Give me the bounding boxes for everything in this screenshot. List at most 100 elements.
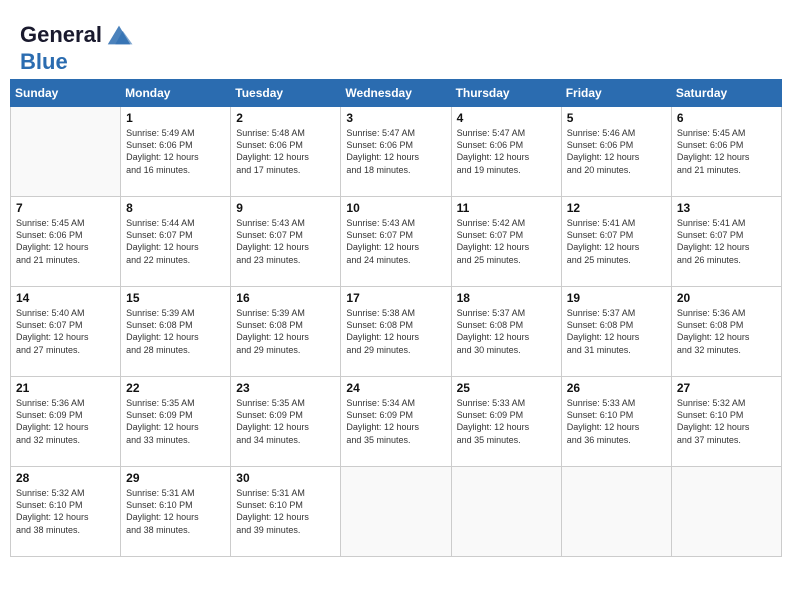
day-info: Sunrise: 5:45 AMSunset: 6:06 PMDaylight:…	[16, 217, 115, 266]
calendar-cell	[11, 107, 121, 197]
day-info: Sunrise: 5:33 AMSunset: 6:09 PMDaylight:…	[457, 397, 556, 446]
day-info: Sunrise: 5:34 AMSunset: 6:09 PMDaylight:…	[346, 397, 445, 446]
day-info: Sunrise: 5:48 AMSunset: 6:06 PMDaylight:…	[236, 127, 335, 176]
day-number: 25	[457, 381, 556, 395]
calendar-cell: 9 Sunrise: 5:43 AMSunset: 6:07 PMDaylight…	[231, 197, 341, 287]
calendar-cell: 24 Sunrise: 5:34 AMSunset: 6:09 PMDayligh…	[341, 377, 451, 467]
calendar-week-2: 7 Sunrise: 5:45 AMSunset: 6:06 PMDaylight…	[11, 197, 782, 287]
calendar-cell: 29 Sunrise: 5:31 AMSunset: 6:10 PMDayligh…	[121, 467, 231, 557]
day-number: 6	[677, 111, 776, 125]
day-info: Sunrise: 5:41 AMSunset: 6:07 PMDaylight:…	[567, 217, 666, 266]
calendar-cell: 8 Sunrise: 5:44 AMSunset: 6:07 PMDaylight…	[121, 197, 231, 287]
day-header-sunday: Sunday	[11, 80, 121, 107]
day-info: Sunrise: 5:35 AMSunset: 6:09 PMDaylight:…	[236, 397, 335, 446]
logo-blue: Blue	[20, 50, 134, 74]
day-number: 14	[16, 291, 115, 305]
calendar-cell: 5 Sunrise: 5:46 AMSunset: 6:06 PMDaylight…	[561, 107, 671, 197]
calendar-cell: 4 Sunrise: 5:47 AMSunset: 6:06 PMDaylight…	[451, 107, 561, 197]
calendar-cell: 16 Sunrise: 5:39 AMSunset: 6:08 PMDayligh…	[231, 287, 341, 377]
day-info: Sunrise: 5:31 AMSunset: 6:10 PMDaylight:…	[126, 487, 225, 536]
calendar-cell: 21 Sunrise: 5:36 AMSunset: 6:09 PMDayligh…	[11, 377, 121, 467]
calendar-cell: 12 Sunrise: 5:41 AMSunset: 6:07 PMDayligh…	[561, 197, 671, 287]
calendar-cell: 2Sunrise: 5:48 AMSunset: 6:06 PMDaylight…	[231, 107, 341, 197]
calendar-cell: 14 Sunrise: 5:40 AMSunset: 6:07 PMDayligh…	[11, 287, 121, 377]
day-number: 20	[677, 291, 776, 305]
calendar-cell: 27 Sunrise: 5:32 AMSunset: 6:10 PMDayligh…	[671, 377, 781, 467]
logo-icon	[104, 20, 134, 50]
calendar-cell	[561, 467, 671, 557]
calendar-cell	[451, 467, 561, 557]
day-number: 11	[457, 201, 556, 215]
day-number: 3	[346, 111, 445, 125]
calendar-cell: 17 Sunrise: 5:38 AMSunset: 6:08 PMDayligh…	[341, 287, 451, 377]
calendar-cell: 19Sunrise: 5:37 AMSunset: 6:08 PMDayligh…	[561, 287, 671, 377]
day-header-monday: Monday	[121, 80, 231, 107]
day-info: Sunrise: 5:33 AMSunset: 6:10 PMDaylight:…	[567, 397, 666, 446]
day-info: Sunrise: 5:32 AMSunset: 6:10 PMDaylight:…	[677, 397, 776, 446]
calendar-cell: 18 Sunrise: 5:37 AMSunset: 6:08 PMDayligh…	[451, 287, 561, 377]
day-info: Sunrise: 5:46 AMSunset: 6:06 PMDaylight:…	[567, 127, 666, 176]
calendar-cell: 25 Sunrise: 5:33 AMSunset: 6:09 PMDayligh…	[451, 377, 561, 467]
page-header: General Blue	[10, 10, 782, 79]
day-info: Sunrise: 5:36 AMSunset: 6:08 PMDaylight:…	[677, 307, 776, 356]
day-number: 15	[126, 291, 225, 305]
calendar-week-4: 21 Sunrise: 5:36 AMSunset: 6:09 PMDayligh…	[11, 377, 782, 467]
day-number: 13	[677, 201, 776, 215]
day-info: Sunrise: 5:42 AMSunset: 6:07 PMDaylight:…	[457, 217, 556, 266]
day-number: 12	[567, 201, 666, 215]
day-number: 5	[567, 111, 666, 125]
calendar-cell: 13Sunrise: 5:41 AMSunset: 6:07 PMDayligh…	[671, 197, 781, 287]
calendar-cell: 6Sunrise: 5:45 AMSunset: 6:06 PMDaylight…	[671, 107, 781, 197]
day-info: Sunrise: 5:31 AMSunset: 6:10 PMDaylight:…	[236, 487, 335, 536]
day-number: 30	[236, 471, 335, 485]
calendar-week-5: 28 Sunrise: 5:32 AMSunset: 6:10 PMDayligh…	[11, 467, 782, 557]
calendar-cell: 10Sunrise: 5:43 AMSunset: 6:07 PMDayligh…	[341, 197, 451, 287]
day-number: 22	[126, 381, 225, 395]
day-info: Sunrise: 5:38 AMSunset: 6:08 PMDaylight:…	[346, 307, 445, 356]
day-info: Sunrise: 5:36 AMSunset: 6:09 PMDaylight:…	[16, 397, 115, 446]
day-number: 4	[457, 111, 556, 125]
day-info: Sunrise: 5:37 AMSunset: 6:08 PMDaylight:…	[457, 307, 556, 356]
calendar-cell: 22 Sunrise: 5:35 AMSunset: 6:09 PMDayligh…	[121, 377, 231, 467]
day-number: 18	[457, 291, 556, 305]
day-info: Sunrise: 5:39 AMSunset: 6:08 PMDaylight:…	[126, 307, 225, 356]
day-info: Sunrise: 5:32 AMSunset: 6:10 PMDaylight:…	[16, 487, 115, 536]
calendar-cell: 30 Sunrise: 5:31 AMSunset: 6:10 PMDayligh…	[231, 467, 341, 557]
calendar-cell: 23Sunrise: 5:35 AMSunset: 6:09 PMDayligh…	[231, 377, 341, 467]
calendar-cell: 28 Sunrise: 5:32 AMSunset: 6:10 PMDayligh…	[11, 467, 121, 557]
day-header-tuesday: Tuesday	[231, 80, 341, 107]
calendar-week-1: 1Sunrise: 5:49 AMSunset: 6:06 PMDaylight…	[11, 107, 782, 197]
day-number: 26	[567, 381, 666, 395]
calendar-table: SundayMondayTuesdayWednesdayThursdayFrid…	[10, 79, 782, 557]
calendar-cell	[341, 467, 451, 557]
day-header-wednesday: Wednesday	[341, 80, 451, 107]
day-number: 24	[346, 381, 445, 395]
calendar-cell: 7 Sunrise: 5:45 AMSunset: 6:06 PMDaylight…	[11, 197, 121, 287]
calendar-week-3: 14 Sunrise: 5:40 AMSunset: 6:07 PMDayligh…	[11, 287, 782, 377]
day-number: 21	[16, 381, 115, 395]
day-number: 8	[126, 201, 225, 215]
day-info: Sunrise: 5:44 AMSunset: 6:07 PMDaylight:…	[126, 217, 225, 266]
calendar-cell: 11 Sunrise: 5:42 AMSunset: 6:07 PMDayligh…	[451, 197, 561, 287]
day-number: 7	[16, 201, 115, 215]
day-info: Sunrise: 5:39 AMSunset: 6:08 PMDaylight:…	[236, 307, 335, 356]
day-info: Sunrise: 5:47 AMSunset: 6:06 PMDaylight:…	[346, 127, 445, 176]
calendar-cell	[671, 467, 781, 557]
calendar-cell: 20 Sunrise: 5:36 AMSunset: 6:08 PMDayligh…	[671, 287, 781, 377]
day-header-thursday: Thursday	[451, 80, 561, 107]
day-info: Sunrise: 5:35 AMSunset: 6:09 PMDaylight:…	[126, 397, 225, 446]
day-number: 17	[346, 291, 445, 305]
calendar-cell: 1Sunrise: 5:49 AMSunset: 6:06 PMDaylight…	[121, 107, 231, 197]
day-number: 1	[126, 111, 225, 125]
day-number: 16	[236, 291, 335, 305]
day-info: Sunrise: 5:40 AMSunset: 6:07 PMDaylight:…	[16, 307, 115, 356]
day-number: 29	[126, 471, 225, 485]
day-info: Sunrise: 5:47 AMSunset: 6:06 PMDaylight:…	[457, 127, 556, 176]
day-header-friday: Friday	[561, 80, 671, 107]
logo-text: General	[20, 23, 102, 47]
day-number: 27	[677, 381, 776, 395]
day-info: Sunrise: 5:43 AMSunset: 6:07 PMDaylight:…	[236, 217, 335, 266]
day-number: 28	[16, 471, 115, 485]
day-header-saturday: Saturday	[671, 80, 781, 107]
day-number: 9	[236, 201, 335, 215]
